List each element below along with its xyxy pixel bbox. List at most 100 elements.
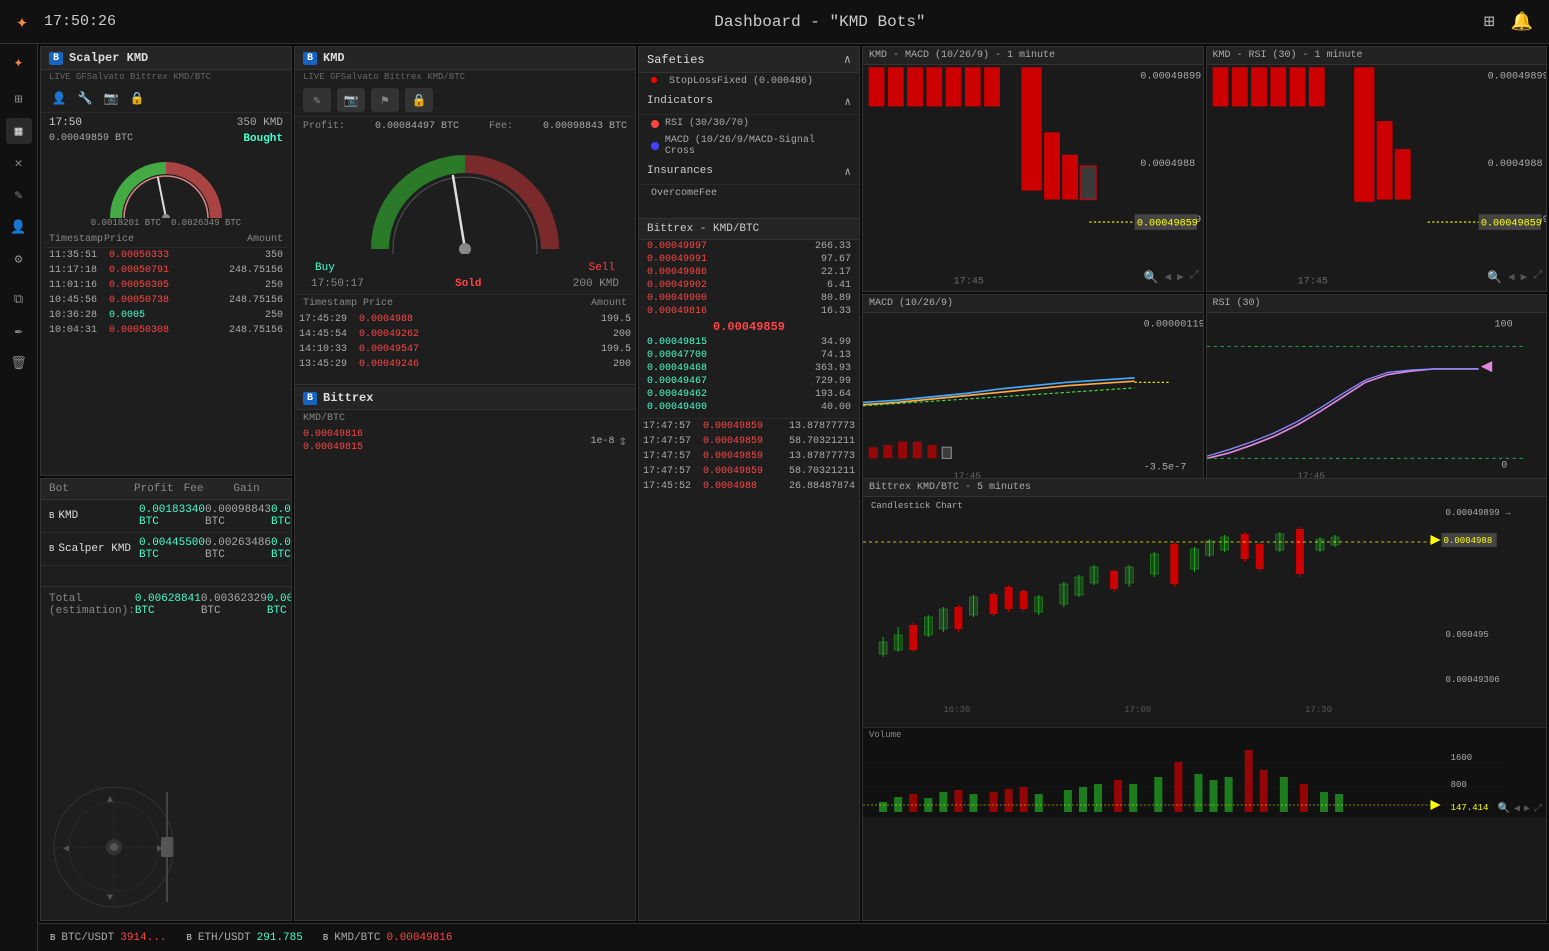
tb-person-icon[interactable]: 👤 [49,88,69,108]
sidebar-item-trash[interactable]: 🗑 [6,350,32,376]
svg-text:17:30: 17:30 [1305,704,1332,715]
sidebar-logo: ✦ [14,52,24,72]
clock: 17:50:26 [44,13,116,30]
trade-row-5: 10:36:280.0005250 [45,308,287,323]
sidebar-item-close[interactable]: ✕ [6,150,32,176]
svg-text:17:45: 17:45 [954,277,985,288]
rsi-chart: KMD - RSI (30) - 1 minute 0.00049899 [1206,46,1548,292]
rsi-zoom-icon[interactable]: 🔍 [1487,270,1502,285]
buy-label: Buy [315,262,335,274]
sidebar-item-settings[interactable]: ⚙ [6,246,32,272]
indicators-collapse-icon[interactable]: ∧ [844,95,851,109]
ob-bid-2: 0.0004770074.13 [639,349,859,362]
statusbar: B BTC/USDT 3914... B ETH/USDT 291.785 B … [38,923,1549,951]
trade-row-3: 11:01:160.00050305250 [45,278,287,293]
svg-text:16:30: 16:30 [943,704,970,715]
bittrex-price2: 0.00049815 [303,442,363,453]
indicators-header: Indicators ∧ [639,90,859,115]
profit-label: Profit: [303,121,345,132]
sidebar-item-copy[interactable]: ⧉ [6,286,32,312]
btc-5min-candles: Candlestick Chart [863,497,1546,727]
logo-icon: ✦ [16,9,28,35]
tb-camera-icon[interactable]: 📷 [101,88,121,108]
safeties-collapse-icon[interactable]: ∧ [844,52,851,67]
gauge-right: 0.0026349 BTC [171,218,241,228]
rsi-title: KMD - RSI (30) - 1 minute [1207,47,1547,65]
svg-text:-3.5e-7: -3.5e-7 [1144,463,1187,474]
kmd-tb-lock[interactable]: 🔒 [405,88,433,112]
orderbook-title: Bittrex - KMD/BTC [639,219,859,240]
ob-trade-1: 17:47:570.0004985913.87877773 [639,419,859,434]
vol-right-icon[interactable]: ▶ [1524,803,1530,815]
arrow-left-icon[interactable]: ◀ [1164,270,1171,285]
fee-col-header: Fee [184,483,234,495]
indicator-rsi: RSI (30/30/70) [639,115,859,132]
ob-trade-5: 17:45:520.000498826.88487874 [639,479,859,494]
ob-ask-3: 0.0004998622.17 [639,266,859,279]
svg-text:0.000495: 0.000495 [1446,629,1489,640]
svg-text:17:45: 17:45 [1297,277,1328,288]
kmd-tb-edit[interactable]: ✎ [303,88,331,112]
safeties-panel: Safeties ∧ StopLossFixed (0.000486) Indi… [638,46,860,921]
kmd-trade-4: 13:45:290.00049246200 [295,357,635,372]
svg-text:0.00000119: 0.00000119 [1144,320,1203,331]
ob-trade-4: 17:47:570.0004985958.70321211 [639,464,859,479]
tick-arrows-icon[interactable]: ⇕ [619,433,627,450]
kmd-trade-3: 14:10:330.00049547199.5 [295,342,635,357]
btc-5min-panel: Bittrex KMD/BTC - 5 minutes Candlestick … [862,478,1547,921]
compass-widget: ▲ ▼ ◀ ▶ [49,782,179,912]
total-row: Total (estimation): 0.00628841 BTC 0.003… [41,586,291,623]
bittrex-tick: 1e-8 [591,436,615,447]
kmd-title: KMD [323,51,345,65]
macd-osc-title: MACD (10/26/9) [863,295,1203,313]
sidebar-item-edit[interactable]: ✎ [6,182,32,208]
safety-stoploss: StopLossFixed (0.000486) [639,73,859,90]
kmd-trade-time: 17:50:17 [311,278,364,290]
macd-oscillator: MACD (10/26/9) [862,294,1204,484]
kmd-tb-camera[interactable]: 📷 [337,88,365,112]
svg-text:0.00049859: 0.00049859 [1480,218,1541,229]
bot-row-scalper: B Scalper KMD 0.00445500 BTC 0.00263486 … [41,533,291,566]
tb-lock-icon[interactable]: 🔒 [127,88,147,108]
gain-col-header: Gain [233,483,283,495]
svg-text:◀: ◀ [63,844,69,855]
rsi-arrow-left-icon[interactable]: ◀ [1508,270,1515,285]
expand-icon[interactable]: ⤢ [1190,270,1199,285]
trade-row-2: 11:17:180.00050791248.75156 [45,263,287,278]
vol-expand-icon[interactable]: ⤢ [1534,803,1542,815]
trade-row-1: 11:35:510.00050333350 [45,248,287,263]
scalper-title: Scalper KMD [69,51,148,65]
insurance-overcomefee: OvercomeFee [639,185,859,202]
bell-icon[interactable]: 🔔 [1511,11,1533,33]
kmd-tb-flag[interactable]: ⚑ [371,88,399,112]
topbar-icons: ⊞ 🔔 [1484,11,1533,33]
zoom-out-icon[interactable]: 🔍 [1143,270,1158,285]
kmd-trade-amount: 200 KMD [573,278,619,290]
btc-5min-header: Bittrex KMD/BTC - 5 minutes [863,479,1546,497]
svg-text:0: 0 [1501,461,1507,472]
tb-wrench-icon[interactable]: 🔧 [75,88,95,108]
vol-left-icon[interactable]: ◀ [1514,803,1520,815]
indicator-macd: MACD (10/26/9/MACD-Signal Cross [639,132,859,160]
sidebar-item-grid[interactable]: ▦ [6,118,32,144]
trade-row-6: 10:04:310.00050308248.75156 [45,323,287,338]
sidebar-item-home[interactable]: ⊞ [6,86,32,112]
rsi-arrow-right-icon[interactable]: ▶ [1521,270,1528,285]
sidebar-item-pen[interactable]: ✒ [6,318,32,344]
sidebar-item-person[interactable]: 👤 [6,214,32,240]
ob-bid-3: 0.00049468363.93 [639,362,859,375]
vol-zoom-icon[interactable]: 🔍 [1497,803,1509,815]
rsi-chart-controls: 🔍 ◀ ▶ ⤢ [1487,270,1542,285]
rsi-expand-icon[interactable]: ⤢ [1533,270,1542,285]
scalper-time: 17:50 [49,117,82,129]
monitor-icon[interactable]: ⊞ [1484,11,1495,33]
svg-text:0.00049899 →: 0.00049899 → [1446,507,1512,518]
svg-text:0.00049306: 0.00049306 [1446,674,1500,685]
kmd-badge: B [303,52,317,65]
arrow-right-icon[interactable]: ▶ [1177,270,1184,285]
insurances-collapse-icon[interactable]: ∧ [844,165,851,179]
fee-label: Fee: [489,121,513,132]
fee-value: 0.00098843 BTC [543,121,627,132]
sell-label: Sell [589,262,615,274]
status-kmd-btc: B KMD/BTC 0.00049816 [323,932,453,944]
